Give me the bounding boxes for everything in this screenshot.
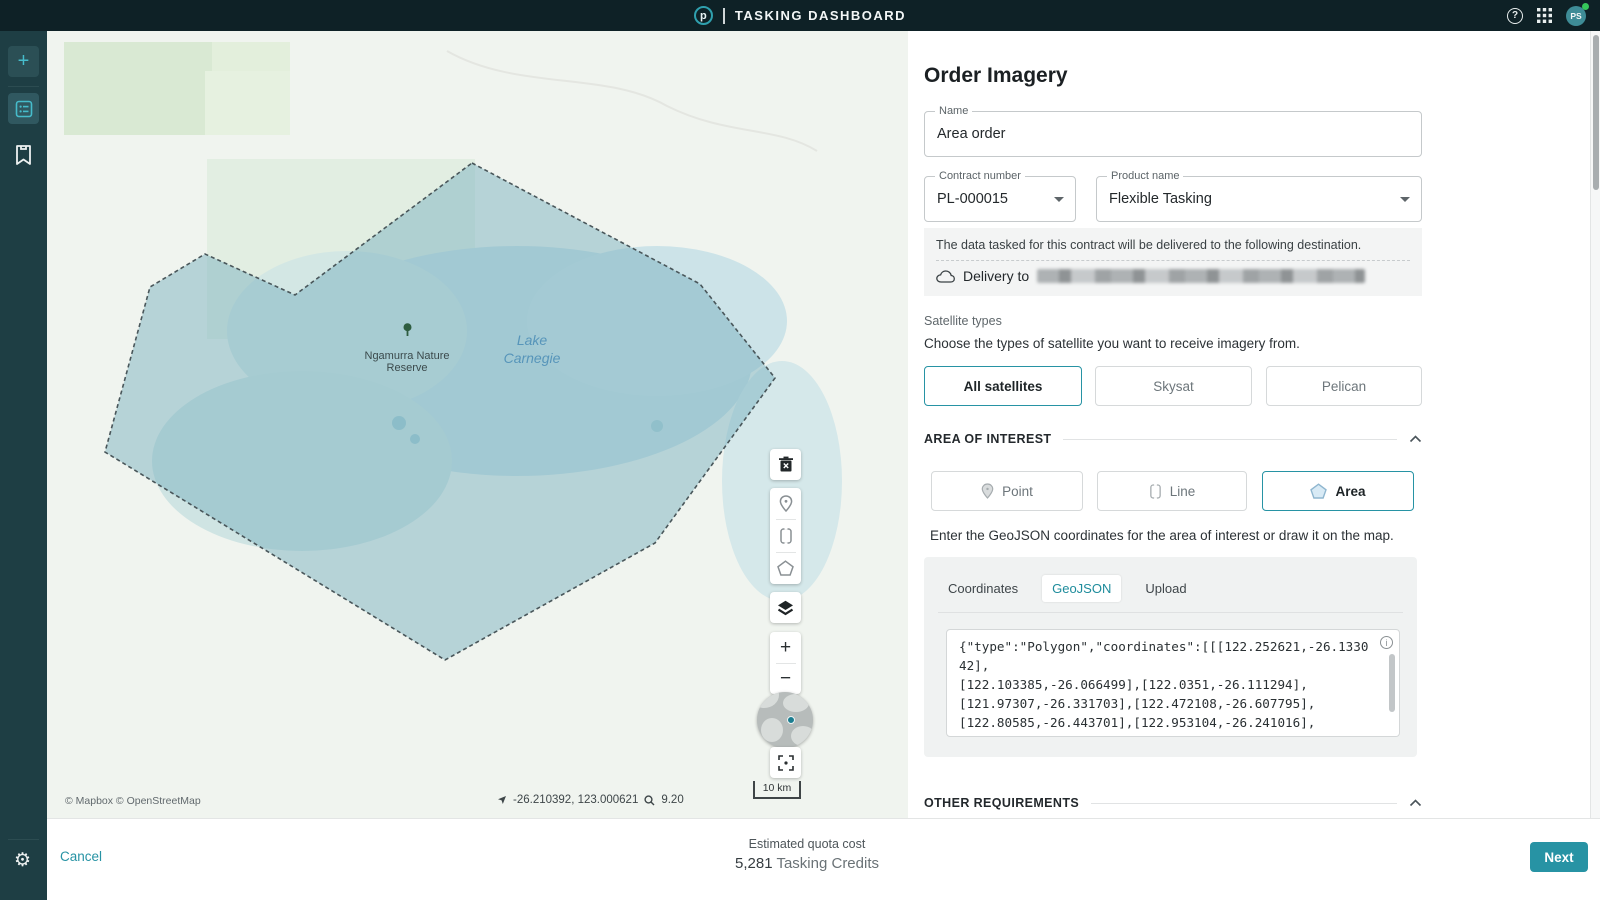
scrollbar-thumb[interactable] (1593, 35, 1599, 190)
new-order-button[interactable]: + (8, 46, 39, 77)
other-requirements-header: OTHER REQUIREMENTS (924, 796, 1422, 810)
magnifier-icon (644, 795, 655, 806)
product-select[interactable]: Product name Flexible Tasking (1096, 176, 1422, 222)
draw-area-button[interactable] (771, 553, 801, 584)
satellite-option-pelican[interactable]: Pelican (1266, 366, 1422, 406)
map-label-lake: Lake Carnegie (467, 331, 597, 367)
left-sidebar: + ⚙ (0, 31, 47, 900)
fullscreen-button[interactable] (770, 747, 801, 778)
name-input[interactable] (937, 112, 1393, 156)
online-status-dot (1582, 3, 1589, 10)
satellite-types-label: Satellite types (924, 314, 1002, 328)
pentagon-icon (777, 560, 794, 576)
geojson-input-card: Coordinates GeoJSON Upload {"type":"Poly… (924, 557, 1417, 757)
aoi-tool-point[interactable]: Point (931, 471, 1083, 511)
delivery-note: The data tasked for this contract will b… (936, 238, 1361, 252)
layers-button[interactable] (770, 592, 801, 623)
chevron-down-icon (1054, 197, 1064, 202)
cancel-button[interactable]: Cancel (60, 849, 102, 864)
draw-point-button[interactable] (771, 488, 801, 519)
apps-grid-icon[interactable] (1537, 8, 1552, 23)
pin-icon (981, 483, 994, 499)
page-scrollbar[interactable] (1590, 31, 1600, 900)
map-label-reserve: Ngamurra Nature Reserve (337, 311, 477, 374)
satellite-option-all[interactable]: All satellites (924, 366, 1082, 406)
layers-icon (777, 600, 794, 616)
bookmark-icon (14, 144, 33, 166)
satellite-option-skysat[interactable]: Skysat (1095, 366, 1252, 406)
map-canvas[interactable]: Ngamurra Nature Reserve Lake Carnegie (47, 31, 908, 818)
aoi-description: Enter the GeoJSON coordinates for the ar… (930, 528, 1394, 543)
quota-cost-block: Estimated quota cost 5,281 Tasking Credi… (687, 837, 927, 872)
delete-drawing-button[interactable] (770, 449, 801, 480)
cloud-icon (936, 270, 955, 283)
draw-tools-group (770, 488, 801, 584)
pin-icon (779, 495, 793, 512)
line-icon (1149, 483, 1162, 500)
help-icon[interactable]: ? (1507, 8, 1523, 24)
brand: p TASKING DASHBOARD (694, 6, 906, 25)
cursor-arrow-icon (497, 795, 507, 805)
zoom-control: + − (770, 632, 801, 694)
fullscreen-icon (778, 755, 794, 771)
name-field[interactable]: Name (924, 111, 1422, 157)
cursor-coordinates: -26.210392, 123.000621 (513, 794, 638, 806)
line-icon (779, 527, 793, 545)
map-scale-bar: 10 km (753, 781, 801, 799)
zoom-in-button[interactable]: + (771, 633, 801, 663)
chevron-down-icon (1400, 197, 1410, 202)
brand-divider (723, 8, 725, 24)
contract-value: PL-000015 (937, 177, 1047, 221)
chevron-up-icon[interactable] (1409, 435, 1422, 443)
map-attribution[interactable]: © Mapbox © OpenStreetMap (65, 795, 201, 807)
zoom-out-button[interactable]: − (771, 664, 801, 694)
draw-line-button[interactable] (771, 520, 801, 551)
sidebar-divider (8, 86, 39, 87)
delivery-info-box: The data tasked for this contract will b… (924, 228, 1422, 296)
aoi-tool-line[interactable]: Line (1097, 471, 1247, 511)
delivery-prefix: Delivery to (963, 268, 1029, 284)
sidebar-item-orders[interactable] (8, 93, 39, 124)
zoom-level-value: 9.20 (661, 794, 683, 806)
minimap-location-dot (787, 716, 795, 724)
map-status-bar: -26.210392, 123.000621 9.20 (497, 794, 684, 806)
tasking-dashboard-app: p TASKING DASHBOARD ? PS + (0, 0, 1600, 900)
tabs-divider (938, 612, 1403, 613)
product-value: Flexible Tasking (1109, 177, 1393, 221)
aoi-section-header: AREA OF INTEREST (924, 432, 1422, 446)
satellite-types-description: Choose the types of satellite you want t… (924, 336, 1300, 351)
trash-icon (778, 456, 794, 473)
next-button[interactable]: Next (1530, 842, 1588, 872)
tab-geojson[interactable]: GeoJSON (1042, 575, 1121, 602)
settings-gear-icon[interactable]: ⚙ (14, 849, 31, 872)
aoi-input-tabs: Coordinates GeoJSON Upload (938, 575, 1197, 602)
planet-logo-icon: p (694, 6, 713, 25)
geojson-textarea[interactable]: {"type":"Polygon","coordinates":[[[122.2… (946, 629, 1400, 737)
quota-cost-value: 5,281 Tasking Credits (687, 855, 927, 872)
geojson-content[interactable]: {"type":"Polygon","coordinates":[[[122.2… (959, 637, 1373, 732)
redacted-destination (1037, 269, 1365, 283)
quota-cost-label: Estimated quota cost (687, 837, 927, 851)
top-bar: p TASKING DASHBOARD ? PS (0, 0, 1600, 31)
sidebar-divider-bottom (8, 839, 39, 840)
sidebar-item-saved[interactable] (14, 144, 33, 166)
user-avatar[interactable]: PS (1566, 6, 1586, 26)
dashed-divider (936, 260, 1410, 261)
pentagon-icon (1310, 483, 1327, 499)
order-imagery-panel: Order Imagery Name Contract number PL-00… (908, 31, 1590, 818)
page-title: Order Imagery (924, 64, 1068, 88)
tab-upload[interactable]: Upload (1135, 575, 1196, 602)
orders-icon (15, 100, 33, 118)
globe-minimap[interactable] (757, 692, 813, 748)
textarea-scrollbar[interactable] (1389, 654, 1395, 712)
chevron-up-icon[interactable] (1409, 799, 1422, 807)
plus-icon: + (18, 50, 30, 73)
tree-icon (402, 323, 413, 336)
contract-select[interactable]: Contract number PL-000015 (924, 176, 1076, 222)
aoi-tool-area[interactable]: Area (1262, 471, 1414, 511)
footer-bar: Cancel Estimated quota cost 5,281 Taskin… (47, 818, 1600, 900)
info-icon[interactable]: i (1380, 636, 1393, 649)
app-title: TASKING DASHBOARD (735, 8, 906, 23)
tab-coordinates[interactable]: Coordinates (938, 575, 1028, 602)
